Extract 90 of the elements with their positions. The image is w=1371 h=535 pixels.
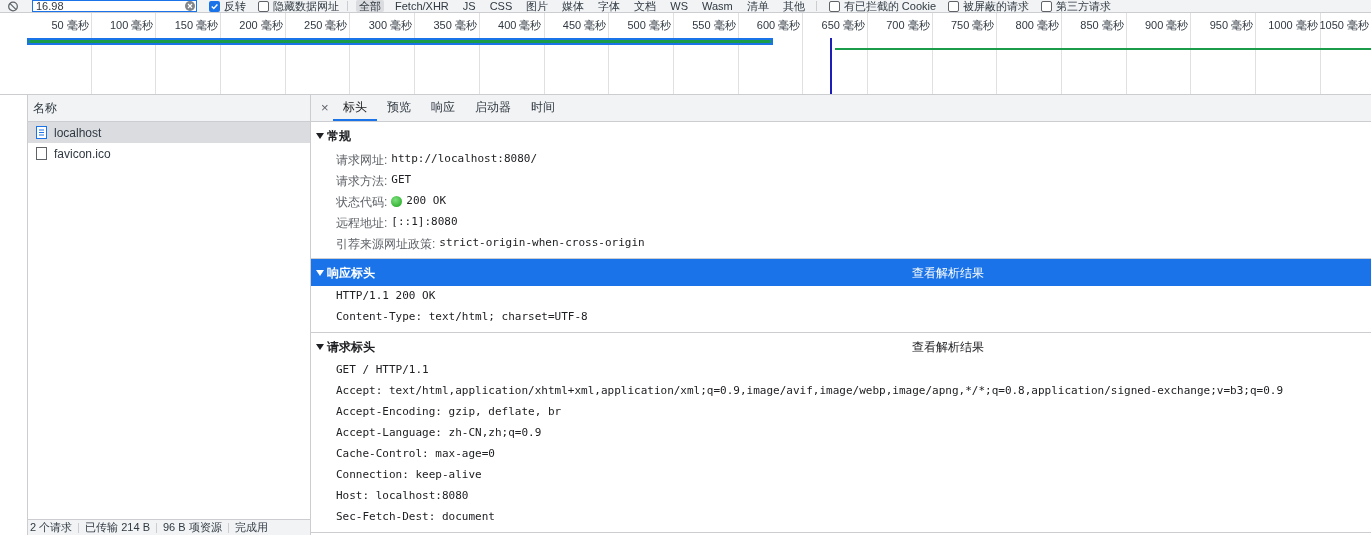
section-header[interactable]: 请求标头 查看解析结果 (311, 333, 1371, 360)
status-text: 完成用 (233, 522, 269, 533)
column-header[interactable]: 名称 (33, 99, 57, 117)
filter-type-button[interactable]: JS (459, 0, 479, 12)
header-line: Accept-Language: zh-CN,zh;q=0.9 (336, 425, 542, 442)
checkbox-label: 第三方请求 (1056, 0, 1112, 12)
request-row[interactable]: localhost (28, 122, 310, 143)
section-header[interactable]: 常规 (311, 122, 1371, 149)
header-line: Cache-Control: max-age=0 (336, 446, 495, 463)
tick-label: 100 毫秒 (109, 18, 154, 33)
filter-type-button[interactable]: CSS (486, 0, 516, 12)
filter-type-button[interactable]: 字体 (595, 0, 624, 12)
tick-label: 600 毫秒 (756, 18, 801, 33)
checkbox-label: 反转 (224, 0, 246, 12)
filter-type-button[interactable]: Fetch/XHR (392, 0, 452, 12)
header-line: Accept-Encoding: gzip, deflate, br (336, 404, 562, 421)
filter-type-button[interactable]: 图片 (523, 0, 552, 12)
close-button[interactable]: × (317, 95, 333, 121)
header-line: Host: localhost:8080 (336, 488, 469, 505)
header-line: GET / HTTP/1.1 (336, 362, 429, 379)
filter-type-button[interactable]: 其他 (779, 0, 808, 12)
field-label: 引荐来源网址政策: (336, 235, 436, 253)
tick-label: 800 毫秒 (1015, 18, 1059, 33)
field-value: strict-origin-when-cross-origin (439, 235, 645, 252)
tick-label: 700 毫秒 (886, 18, 930, 33)
status-text: 96 B 项资源 (162, 522, 223, 533)
checkbox[interactable] (828, 0, 840, 12)
tick-label: 550 毫秒 (692, 18, 736, 33)
filter-type-button[interactable]: 清单 (743, 0, 772, 12)
status-text: 已传输 214 B (84, 522, 151, 533)
filter-type-button[interactable]: Wasm (699, 0, 736, 12)
view-parsed-link[interactable]: 查看解析结果 (912, 263, 984, 282)
field-value: http://localhost:8080/ (391, 151, 538, 168)
tick-label: 400 毫秒 (498, 18, 542, 33)
checkbox[interactable] (258, 0, 269, 12)
tick-label: 1050 毫秒 (1319, 18, 1369, 33)
checkbox[interactable] (209, 0, 220, 12)
field-value: 200 OK (406, 193, 447, 210)
field-label: 请求方法: (336, 172, 388, 190)
view-parsed-link[interactable]: 查看解析结果 (912, 337, 984, 356)
header-line: HTTP/1.1 200 OK (336, 288, 436, 305)
tick-label: 650 毫秒 (821, 18, 865, 33)
header-line: Connection: keep-alive (336, 467, 482, 484)
tick-label: 350 毫秒 (433, 18, 477, 33)
tick-label: 500 毫秒 (627, 18, 671, 33)
tab[interactable]: 标头 (332, 95, 377, 121)
checkbox-label: 隐藏数据网址 (273, 0, 339, 12)
tab[interactable]: 响应 (420, 95, 465, 121)
clear-icon[interactable] (185, 1, 195, 11)
header-line: Accept: text/html,application/xhtml+xml,application/xml;q=0.9,image/avif,image/webp,image/apng,*/*;q=0.8,application/signed-exchange;v=b3;q=0.9 (336, 383, 1284, 400)
tab[interactable]: 时间 (520, 95, 565, 121)
block-icon[interactable] (6, 0, 20, 12)
tick-label: 50 毫秒 (51, 18, 89, 33)
tick-label: 300 毫秒 (368, 18, 413, 33)
tick-label: 1000 毫秒 (1268, 18, 1318, 33)
checkbox-label: 被屏蔽的请求 (963, 0, 1030, 12)
tick-label: 750 毫秒 (950, 18, 995, 33)
checkbox[interactable] (948, 0, 960, 12)
filter-type-button[interactable]: WS (667, 0, 691, 12)
tick-label: 250 毫秒 (304, 18, 348, 33)
header-line: Content-Type: text/html; charset=UTF-8 (336, 309, 588, 326)
triangle-icon (316, 131, 324, 140)
field-value: GET (391, 172, 412, 189)
tab[interactable]: 启动器 (464, 95, 521, 121)
filter-type-button[interactable]: 全部 (356, 0, 384, 12)
filter-type-button[interactable]: 媒体 (559, 0, 588, 12)
field-value: [::1]:8080 (391, 214, 458, 231)
status-text: 2 个请求 (29, 522, 74, 533)
section-header[interactable]: 响应标头 查看解析结果 (311, 259, 1371, 286)
tick-label: 850 毫秒 (1080, 18, 1124, 33)
tab[interactable]: 预览 (376, 95, 421, 121)
document-icon (36, 126, 47, 139)
tick-label: 900 毫秒 (1144, 18, 1189, 33)
file-icon (36, 147, 47, 160)
tick-label: 950 毫秒 (1209, 18, 1254, 33)
checkbox-label: 有已拦截的 Cookie (843, 0, 937, 12)
header-line: Sec-Fetch-Dest: document (336, 509, 495, 526)
load-marker-line (830, 38, 832, 94)
field-label: 远程地址: (336, 214, 388, 232)
field-label: 请求网址: (336, 151, 388, 169)
field-label: 状态代码: (336, 193, 388, 211)
request-row[interactable]: favicon.ico (28, 143, 310, 164)
triangle-icon (316, 342, 324, 351)
tick-label: 200 毫秒 (239, 18, 283, 33)
filter-type-button[interactable]: 文档 (631, 0, 660, 12)
triangle-icon (316, 268, 324, 277)
tick-label: 450 毫秒 (562, 18, 607, 33)
filter-field[interactable]: 16.98 (32, 0, 197, 12)
tick-label: 150 毫秒 (174, 18, 219, 33)
checkbox[interactable] (1041, 0, 1053, 12)
